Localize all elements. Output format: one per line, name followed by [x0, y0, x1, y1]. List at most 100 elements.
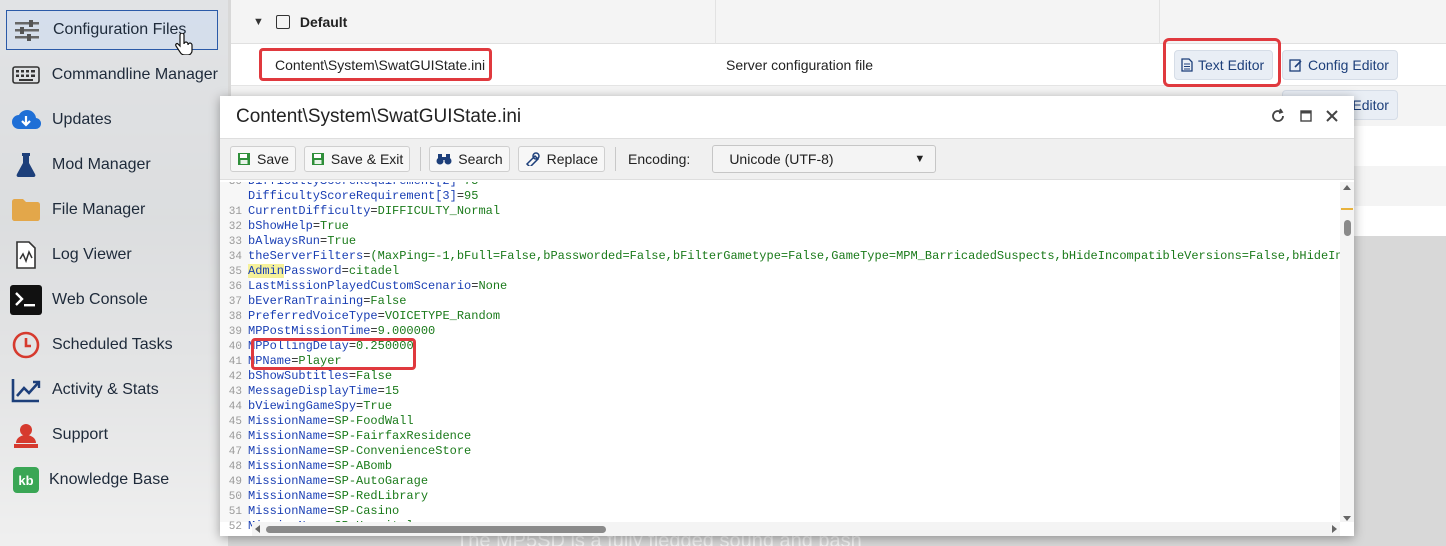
- ini-key-rest: Password: [284, 264, 342, 278]
- kb-icon: kb: [10, 464, 42, 496]
- ini-equals: =: [370, 204, 378, 218]
- replace-button[interactable]: Replace: [517, 146, 606, 172]
- ini-equals: =: [348, 369, 357, 383]
- ini-key: bEverRanTraining: [248, 294, 364, 308]
- ini-equals: =: [456, 189, 465, 203]
- code-line: 44 bViewingGameSpy=True: [220, 399, 1340, 414]
- line-number: 41: [228, 356, 242, 368]
- sidebar-item-label: Commandline Manager: [51, 66, 218, 83]
- sidebar-item-updates[interactable]: Updates: [6, 100, 218, 140]
- ini-equals: =: [370, 324, 378, 338]
- vertical-scrollbar[interactable]: [1340, 182, 1354, 522]
- collapse-triangle-icon[interactable]: ▼: [253, 16, 264, 28]
- ini-key: theServerFilters: [248, 249, 364, 263]
- horizontal-scrollbar[interactable]: [252, 522, 1340, 536]
- sidebar-item-support[interactable]: Support: [6, 415, 218, 455]
- sidebar-item-knowledge-base[interactable]: kb Knowledge Base: [6, 460, 218, 500]
- line-number: 34: [228, 251, 242, 263]
- scroll-thumb[interactable]: [1344, 220, 1351, 236]
- line-number: 47: [228, 446, 242, 458]
- ini-key: MissionName: [248, 429, 328, 443]
- ini-value: None: [478, 279, 508, 293]
- sidebar-item-label: Mod Manager: [52, 156, 151, 173]
- sidebar-item-commandline-manager[interactable]: Commandline Manager: [6, 55, 218, 95]
- code-editor[interactable]: 30DifficultyScoreRequirement[2]=75Diffic…: [220, 182, 1354, 536]
- sidebar-item-web-console[interactable]: Web Console: [6, 280, 218, 320]
- line-number: 51: [228, 506, 242, 518]
- editor-toolbar: Save Save & Exit Search Replace Encoding…: [220, 138, 1354, 180]
- sidebar-item-activity-stats[interactable]: Activity & Stats: [6, 370, 218, 410]
- ini-equals: =: [341, 264, 349, 278]
- sidebar-item-label: Support: [52, 426, 109, 443]
- ini-key: bViewingGameSpy: [248, 399, 357, 413]
- scroll-right-icon[interactable]: [1332, 525, 1338, 533]
- ini-key: MissionName: [248, 444, 328, 458]
- config-files-grid: ▼ Default Content\System\SwatGUIState.in…: [231, 0, 1446, 236]
- sidebar-item-label: Scheduled Tasks: [52, 336, 173, 353]
- ini-value: DIFFICULTY_Normal: [377, 204, 501, 218]
- text-editor-dialog: Content\System\SwatGUIState.ini Save Sav…: [220, 96, 1354, 536]
- file-path-cell: Content\System\SwatGUIState.ini: [259, 48, 492, 81]
- sidebar-item-file-manager[interactable]: File Manager: [6, 190, 218, 230]
- ini-value: True: [327, 234, 357, 248]
- search-button[interactable]: Search: [429, 146, 510, 172]
- cloud-download-icon: [10, 104, 42, 136]
- line-number: 45: [228, 416, 242, 428]
- ini-value: 75: [464, 182, 478, 188]
- scroll-up-icon[interactable]: [1343, 184, 1351, 190]
- sidebar-item-mod-manager[interactable]: Mod Manager: [6, 145, 218, 185]
- save-exit-button[interactable]: Save & Exit: [303, 146, 411, 172]
- line-number: 38: [228, 311, 242, 323]
- scroll-left-icon[interactable]: [254, 525, 260, 533]
- ini-value: VOICETYPE_Random: [384, 309, 501, 323]
- sidebar-item-scheduled-tasks[interactable]: Scheduled Tasks: [6, 325, 218, 365]
- line-number: 39: [228, 326, 242, 338]
- encoding-value: Unicode (UTF-8): [729, 151, 834, 167]
- refresh-icon[interactable]: [1270, 108, 1286, 124]
- ini-key: DifficultyScoreRequirement[2]: [248, 182, 457, 188]
- config-editor-button[interactable]: Config Editor: [1282, 50, 1398, 80]
- text-editor-button[interactable]: Text Editor: [1174, 50, 1274, 80]
- ini-value: SP-ABomb: [334, 459, 393, 473]
- scroll-down-icon[interactable]: [1343, 516, 1351, 522]
- code-line: 50 MissionName=SP-RedLibrary: [220, 489, 1340, 504]
- ini-key: bAlwaysRun: [248, 234, 321, 248]
- ini-value: True: [320, 219, 349, 233]
- sidebar-item-configuration-files[interactable]: Configuration Files: [6, 10, 218, 55]
- code-line: 31 CurrentDifficulty=DIFFICULTY_Normal: [220, 204, 1340, 219]
- terminal-icon: [10, 284, 42, 316]
- ini-equals: =: [377, 384, 385, 398]
- ini-equals: =: [312, 219, 321, 233]
- toolbar-separator: [615, 147, 617, 171]
- svg-text:kb: kb: [18, 473, 33, 488]
- flask-icon: [10, 149, 42, 181]
- line-number: 43: [228, 386, 242, 398]
- settings-file-icon: [275, 14, 290, 29]
- line-number: 36: [228, 281, 242, 293]
- ini-value: SP-AutoGarage: [334, 474, 429, 488]
- line-number: 49: [228, 476, 242, 488]
- ini-value: citadel: [348, 264, 400, 278]
- close-icon[interactable]: [1326, 110, 1338, 122]
- ini-key: CurrentDifficulty: [248, 204, 371, 218]
- replace-icon: [525, 152, 540, 166]
- save-button[interactable]: Save: [230, 146, 296, 172]
- sidebar-item-label: Configuration Files: [53, 21, 187, 38]
- scroll-thumb[interactable]: [266, 526, 606, 533]
- sidebar-item-label: File Manager: [52, 201, 146, 218]
- clock-icon: [10, 329, 42, 361]
- line-number: 46: [228, 431, 242, 443]
- encoding-select[interactable]: Unicode (UTF-8) ▼: [712, 145, 937, 173]
- maximize-icon[interactable]: [1300, 110, 1312, 122]
- sidebar-item-log-viewer[interactable]: Log Viewer: [6, 235, 218, 275]
- admin-password-highlight: [251, 338, 416, 370]
- sidebar-item-label: Knowledge Base: [49, 471, 170, 488]
- sidebar-item-label: Updates: [52, 111, 112, 128]
- sidebar: Configuration Files Commandline Manager …: [0, 0, 228, 546]
- dialog-title: Content\System\SwatGUIState.ini: [236, 106, 522, 127]
- search-match: Admin: [248, 264, 285, 278]
- ini-key: PreferredVoiceType: [248, 309, 378, 323]
- encoding-label: Encoding:: [628, 151, 691, 167]
- ini-value: SP-FairfaxResidence: [334, 429, 472, 443]
- code-line: 42 bShowSubtitles=False: [220, 369, 1340, 384]
